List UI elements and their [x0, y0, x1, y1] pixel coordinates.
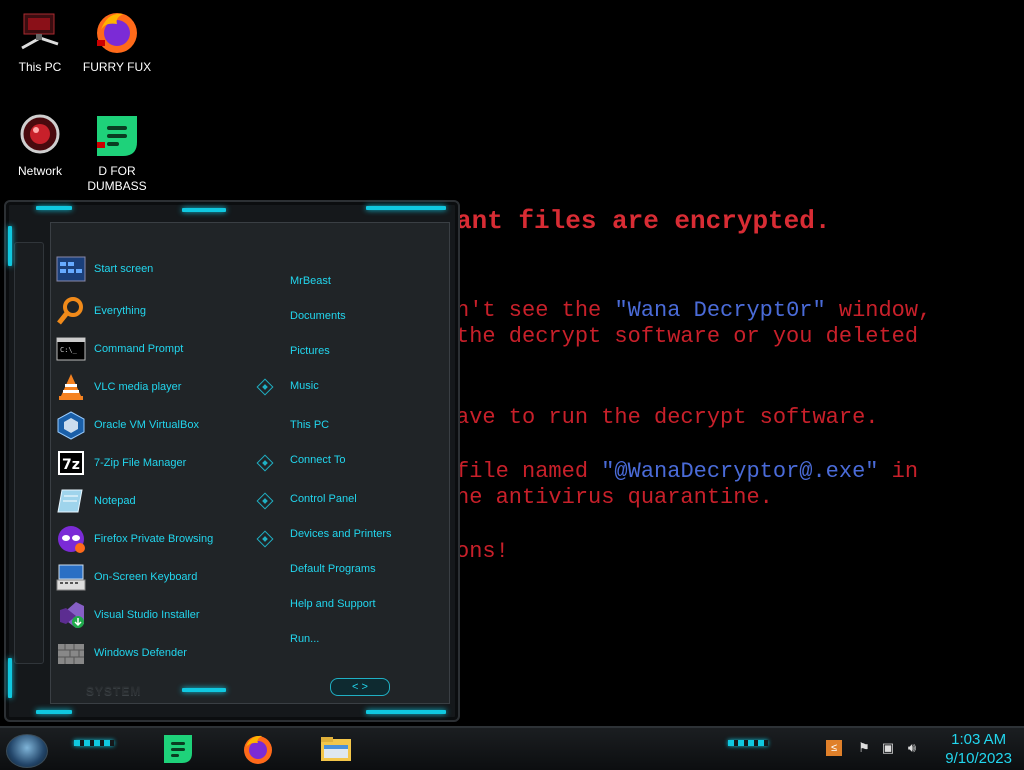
- program-command-prompt[interactable]: C:\_ Command Prompt: [56, 332, 256, 366]
- taskbar-file-explorer[interactable]: [320, 733, 352, 765]
- desktop-icon-network[interactable]: Network: [0, 112, 80, 179]
- trim-light: [366, 206, 446, 210]
- program-on-screen-keyboard[interactable]: On-Screen Keyboard: [56, 560, 256, 594]
- place-pictures[interactable]: Pictures: [290, 345, 330, 357]
- program-label: VLC media player: [94, 381, 182, 393]
- desktop-icon-label: Network: [17, 164, 62, 178]
- desktop-icon-d-for-dumbass[interactable]: D FOR DUMBASS: [77, 112, 157, 194]
- firefox-private-icon: [56, 524, 86, 554]
- trim-light: [36, 710, 72, 714]
- place-default-programs[interactable]: Default Programs: [290, 563, 376, 575]
- action-center-flag-icon[interactable]: ⚑: [856, 740, 872, 756]
- 7zip-icon: 7z: [56, 448, 86, 478]
- program-label: On-Screen Keyboard: [94, 571, 198, 583]
- taskbar-trim: [74, 740, 114, 746]
- trim-light: [8, 226, 12, 266]
- place-help-and-support[interactable]: Help and Support: [290, 598, 376, 610]
- desktop-icon-label: FURRY FUX: [82, 60, 152, 74]
- network-icon: [16, 112, 64, 160]
- taskbar: ≤ ⚑ ▣ 🔊︎ 1:03 AM 9/10/2023: [0, 726, 1024, 770]
- place-connect-to[interactable]: Connect To: [290, 454, 345, 466]
- vlc-icon: [56, 372, 86, 402]
- start-menu-side-bar: [14, 242, 44, 664]
- program-label: Command Prompt: [94, 343, 184, 355]
- program-start-screen[interactable]: Start screen: [56, 252, 256, 286]
- start-screen-icon: [56, 254, 86, 284]
- svg-text:7z: 7z: [62, 457, 80, 473]
- trim-light: [8, 658, 12, 698]
- tray-app-icon[interactable]: ≤: [826, 740, 842, 756]
- svg-text:C:\_: C:\_: [60, 346, 78, 354]
- taskbar-app-green[interactable]: [162, 733, 194, 765]
- place-control-panel[interactable]: Control Panel: [290, 493, 357, 505]
- wallpaper-line-4: ave to run the decrypt software.: [456, 405, 879, 430]
- desktop-icon-this-pc[interactable]: This PC: [0, 8, 80, 75]
- firefox-icon: [244, 735, 272, 764]
- program-label: Visual Studio Installer: [94, 609, 200, 621]
- place-devices-and-printers[interactable]: Devices and Printers: [290, 528, 392, 540]
- magnifier-icon: [56, 296, 86, 326]
- wallpaper-line-6: he antivirus quarantine.: [456, 485, 773, 510]
- place-run[interactable]: Run...: [290, 633, 319, 645]
- program-label: Windows Defender: [94, 647, 187, 659]
- system-label: SYSTEM: [86, 684, 142, 698]
- program-firefox-private[interactable]: Firefox Private Browsing: [56, 522, 256, 556]
- desktop-icon-label: D FOR DUMBASS: [87, 164, 147, 193]
- keyboard-icon: [56, 562, 86, 592]
- trim-light: [366, 710, 446, 714]
- defender-icon: [56, 638, 86, 668]
- program-7zip[interactable]: 7z 7-Zip File Manager: [56, 446, 256, 480]
- trim-light: [36, 206, 72, 210]
- taskbar-firefox[interactable]: [242, 733, 274, 765]
- this-pc-icon: [16, 8, 64, 56]
- wallpaper-line-3: the decrypt software or you deleted: [456, 324, 919, 349]
- app-green-icon: [93, 112, 141, 160]
- clock-time: 1:03 AM: [951, 731, 1007, 748]
- wallpaper-line-7: ons!: [456, 539, 509, 564]
- cmd-icon: C:\_: [56, 334, 86, 364]
- program-label: 7-Zip File Manager: [94, 457, 187, 469]
- program-label: Everything: [94, 305, 146, 317]
- notepad-icon: [56, 486, 86, 516]
- program-label: Start screen: [94, 263, 154, 275]
- place-this-pc[interactable]: This PC: [290, 419, 329, 431]
- program-label: Firefox Private Browsing: [94, 533, 214, 545]
- volume-icon[interactable]: 🔊︎: [904, 740, 920, 756]
- program-virtualbox[interactable]: Oracle VM VirtualBox: [56, 408, 256, 442]
- start-button[interactable]: [6, 734, 48, 768]
- file-explorer-icon: [321, 737, 351, 761]
- visual-studio-icon: [56, 600, 86, 630]
- network-tray-icon[interactable]: ▣: [880, 740, 896, 756]
- wallpaper-line-5: file named "@WanaDecryptor@.exe" in: [456, 459, 919, 484]
- clock-date: 9/10/2023: [945, 750, 1012, 767]
- program-everything[interactable]: Everything: [56, 294, 256, 328]
- program-notepad[interactable]: Notepad: [56, 484, 256, 518]
- trim-light: [182, 688, 226, 692]
- program-label: Notepad: [94, 495, 136, 507]
- wallpaper-line-1: ant files are encrypted.: [456, 206, 831, 236]
- firefox-icon: [93, 8, 141, 56]
- clock[interactable]: 1:03 AM 9/10/2023: [945, 730, 1012, 768]
- desktop-icon-label: This PC: [18, 60, 62, 74]
- taskbar-trim: [728, 740, 768, 746]
- app-green-icon: [164, 735, 192, 763]
- place-documents[interactable]: Documents: [290, 310, 346, 322]
- place-music[interactable]: Music: [290, 380, 319, 392]
- wallpaper-line-2: n't see the "Wana Decrypt0r" window,: [456, 298, 932, 323]
- desktop-icon-firefox[interactable]: FURRY FUX: [77, 8, 157, 75]
- place-mrbeast[interactable]: MrBeast: [290, 275, 331, 287]
- start-menu-nav-button[interactable]: < >: [330, 678, 390, 696]
- virtualbox-icon: [56, 410, 86, 440]
- program-label: Oracle VM VirtualBox: [94, 419, 199, 431]
- program-visual-studio-installer[interactable]: Visual Studio Installer: [56, 598, 256, 632]
- program-vlc[interactable]: VLC media player: [56, 370, 256, 404]
- program-windows-defender[interactable]: Windows Defender: [56, 636, 256, 670]
- trim-light: [182, 208, 226, 212]
